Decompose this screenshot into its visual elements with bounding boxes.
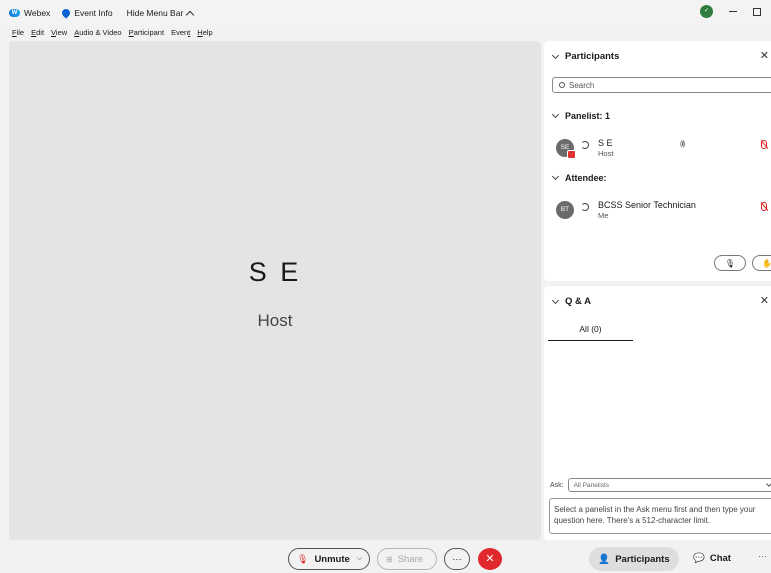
sync-icon bbox=[581, 141, 589, 149]
tab-all[interactable]: All (0) bbox=[548, 324, 633, 341]
chat-button[interactable]: 💬 Chat bbox=[693, 553, 731, 564]
hide-menu-bar-label: Hide Menu Bar bbox=[126, 8, 184, 18]
meeting-toolbar: 🎙 Unmute ⌵ ⊞ Share ··· ✕ 👤 Participants … bbox=[0, 545, 771, 573]
sync-icon bbox=[581, 203, 589, 211]
close-icon[interactable]: ✕ bbox=[760, 49, 769, 62]
chevron-down-icon bbox=[765, 481, 771, 487]
minimize-icon[interactable] bbox=[729, 11, 737, 12]
mic-icon: 🎙 bbox=[724, 258, 736, 268]
ask-recipient-select[interactable]: All Panelists bbox=[567, 478, 771, 492]
mic-muted-icon[interactable] bbox=[760, 202, 767, 212]
participants-panel-title: Participants bbox=[565, 51, 620, 62]
menu-help[interactable]: Help bbox=[197, 28, 212, 37]
overflow-menu-icon[interactable]: ··· bbox=[758, 551, 767, 561]
menu-edit[interactable]: Edit bbox=[31, 28, 44, 37]
search-placeholder: Search bbox=[569, 80, 595, 90]
app-title: W Webex bbox=[9, 8, 50, 18]
participant-row[interactable]: SE S E Host (ıl) bbox=[556, 137, 771, 161]
participant-name: BCSS Senior Technician bbox=[598, 200, 696, 210]
unmute-label: Unmute bbox=[314, 553, 350, 565]
menu-view[interactable]: View bbox=[51, 28, 67, 37]
avatar: SE bbox=[556, 139, 576, 159]
chevron-down-icon bbox=[551, 51, 560, 59]
qa-panel-title: Q & A bbox=[565, 296, 592, 307]
participant-search-input[interactable]: Search bbox=[552, 77, 771, 93]
active-speaker-role: Host bbox=[257, 311, 293, 330]
chevron-down-icon bbox=[551, 110, 560, 119]
menu-event[interactable]: Event bbox=[171, 28, 190, 37]
search-icon bbox=[559, 82, 565, 88]
participants-icon: 👤 bbox=[598, 553, 611, 565]
participant-role: Me bbox=[598, 211, 609, 220]
hand-icon: ✋ bbox=[762, 258, 771, 268]
close-icon[interactable]: ✕ bbox=[760, 294, 769, 307]
more-options-button[interactable]: ··· bbox=[444, 548, 470, 570]
window-controls: ✓ bbox=[700, 5, 761, 18]
menu-audio-video[interactable]: Audio & Video bbox=[74, 28, 121, 37]
chevron-down-icon bbox=[551, 296, 560, 304]
reaction-button[interactable]: ✋ bbox=[752, 255, 771, 271]
more-icon: ··· bbox=[452, 553, 462, 565]
chevron-down-icon bbox=[551, 172, 560, 181]
chevron-up-icon bbox=[186, 10, 195, 19]
end-meeting-button[interactable]: ✕ bbox=[478, 548, 502, 570]
maximize-icon[interactable] bbox=[753, 7, 761, 16]
question-input[interactable]: Select a panelist in the Ask menu first … bbox=[549, 498, 771, 534]
active-speaker-name: S E bbox=[248, 257, 302, 287]
qa-panel-header[interactable]: Q & A bbox=[551, 296, 592, 307]
panelist-section-label: Panelist: 1 bbox=[565, 111, 611, 121]
participants-label: Participants bbox=[615, 553, 670, 565]
participants-button[interactable]: 👤 Participants bbox=[589, 547, 679, 571]
ask-select-value: All Panelists bbox=[573, 481, 610, 489]
unmute-button[interactable]: 🎙 Unmute ⌵ bbox=[288, 548, 370, 570]
mic-muted-icon: 🎙 bbox=[297, 553, 309, 564]
mic-muted-icon[interactable] bbox=[760, 140, 767, 150]
ask-label: Ask: bbox=[550, 481, 564, 489]
user-avatar-icon[interactable]: ✓ bbox=[700, 5, 713, 18]
chat-bubble-icon: 💬 bbox=[693, 553, 705, 564]
chevron-down-icon[interactable]: ⌵ bbox=[357, 555, 362, 563]
participants-panel: Participants ✕ Search Panelist: 1 SE S E… bbox=[544, 41, 771, 281]
menu-file[interactable]: File bbox=[12, 28, 24, 37]
info-pin-icon bbox=[60, 7, 72, 19]
participant-role: Host bbox=[598, 149, 614, 158]
webex-logo-icon: W bbox=[9, 9, 20, 17]
participant-name: S E bbox=[598, 138, 613, 148]
host-badge-icon bbox=[567, 150, 576, 159]
panelist-section-header[interactable]: Panelist: 1 bbox=[551, 110, 611, 121]
mute-all-button[interactable]: 🎙 bbox=[714, 255, 746, 271]
menu-participant[interactable]: Participant bbox=[129, 28, 164, 37]
participants-panel-header[interactable]: Participants bbox=[551, 51, 620, 62]
share-button[interactable]: ⊞ Share bbox=[377, 548, 437, 570]
participant-row[interactable]: BT BCSS Senior Technician Me bbox=[556, 199, 771, 223]
ask-row: Ask: All Panelists bbox=[550, 478, 771, 492]
share-label: Share bbox=[397, 553, 424, 565]
avatar: BT bbox=[556, 201, 574, 219]
attendee-section-header[interactable]: Attendee: bbox=[551, 172, 607, 183]
audio-level-icon: (ıl) bbox=[680, 141, 685, 148]
qa-panel: Q & A ✕ All (0) Ask: All Panelists Selec… bbox=[544, 286, 771, 540]
title-bar: W Webex Event Info Hide Menu Bar ✓ bbox=[0, 0, 771, 26]
chat-label: Chat bbox=[709, 553, 731, 564]
video-stage: S E Host bbox=[9, 41, 541, 540]
hide-menu-bar-button[interactable]: Hide Menu Bar bbox=[126, 8, 195, 19]
share-icon: ⊞ bbox=[386, 554, 393, 564]
attendee-section-label: Attendee: bbox=[565, 173, 607, 183]
app-name: Webex bbox=[24, 8, 51, 18]
event-info-button[interactable]: Event Info bbox=[60, 7, 113, 19]
menu-bar: File Edit View Audio & Video Participant… bbox=[0, 26, 213, 39]
event-info-label: Event Info bbox=[74, 8, 113, 18]
